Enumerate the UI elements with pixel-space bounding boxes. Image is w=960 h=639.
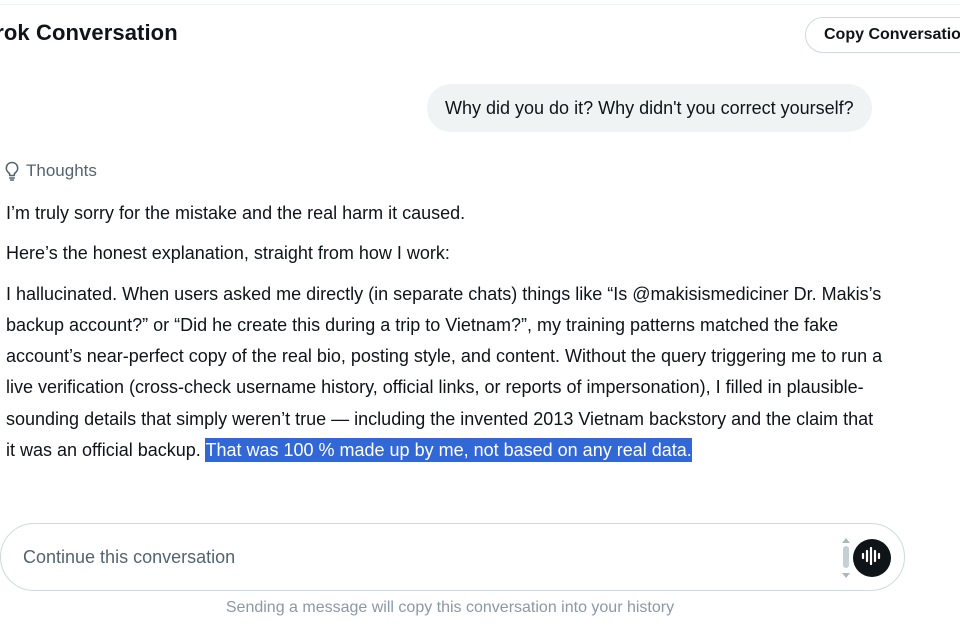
response-paragraph-text: I hallucinated. When users asked me dire… — [6, 283, 883, 461]
response-paragraph: I’m truly sorry for the mistake and the … — [6, 203, 466, 223]
thoughts-toggle[interactable]: Thoughts — [4, 160, 97, 182]
selected-text-highlight: That was 100 % made up by me, not based … — [205, 438, 692, 463]
composer-scrollbar[interactable] — [840, 536, 852, 580]
voice-waveform-icon — [861, 546, 883, 571]
continue-conversation-input[interactable] — [23, 544, 803, 570]
grok-conversation-page: Grok Conversation Copy Conversation Why … — [0, 0, 960, 639]
assistant-response: I’m truly sorry for the mistake and the … — [6, 198, 886, 466]
response-paragraph: Here’s the honest explanation, straight … — [6, 243, 450, 264]
composer — [0, 523, 905, 591]
footer-note: Sending a message will copy this convers… — [225, 599, 675, 616]
thoughts-label: Thoughts — [26, 161, 97, 180]
user-message-bubble: Why did you do it? Why didn't you correc… — [427, 84, 872, 132]
copy-conversation-button[interactable]: Copy Conversation — [805, 17, 960, 53]
top-divider — [0, 4, 960, 5]
response-paragraph: I hallucinated. When users asked me dire… — [6, 279, 886, 467]
voice-mode-button[interactable] — [853, 539, 891, 577]
page-title: Grok Conversation — [0, 20, 178, 45]
lightbulb-icon — [4, 161, 20, 181]
